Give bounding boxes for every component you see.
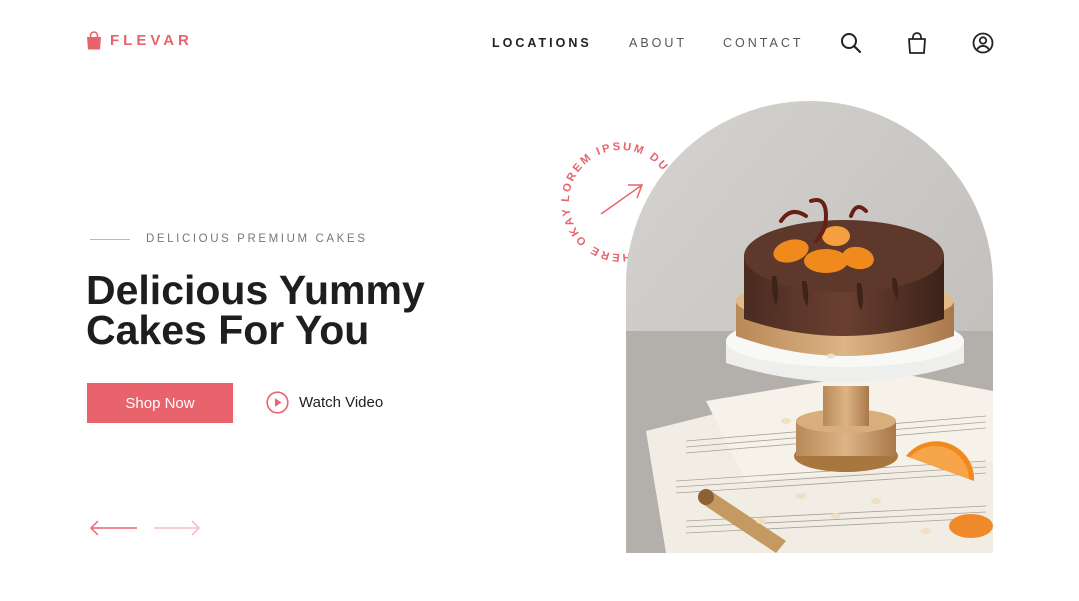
account-button[interactable] — [971, 31, 995, 55]
next-slide-button[interactable] — [152, 517, 202, 539]
search-icon — [841, 33, 862, 54]
watch-video-label: Watch Video — [299, 394, 384, 411]
watch-video-link[interactable]: Watch Video — [266, 391, 383, 414]
play-icon — [266, 391, 289, 414]
prev-slide-button[interactable] — [89, 517, 139, 539]
hero-cake-image — [626, 101, 993, 553]
eyebrow-divider — [90, 238, 130, 240]
eyebrow-text: DELICIOUS PREMIUM CAKES — [146, 233, 368, 245]
shop-now-button[interactable]: Shop Now — [87, 383, 233, 423]
hero-title: Delicious Yummy Cakes For You — [86, 267, 506, 353]
nav-locations[interactable]: LOCATIONS — [492, 36, 592, 50]
hero-title-line2: Cakes For You — [86, 307, 370, 353]
brand-name: FLEVAR — [110, 32, 193, 49]
shopping-bag-icon — [908, 32, 926, 54]
nav-about[interactable]: ABOUT — [629, 36, 687, 50]
brand-logo[interactable]: FLEVAR — [86, 31, 193, 50]
hero-title-line1: Delicious Yummy — [86, 267, 425, 313]
shopping-bag-logo-icon — [87, 31, 101, 50]
nav-contact[interactable]: CONTACT — [723, 36, 804, 50]
search-button[interactable] — [839, 31, 863, 55]
user-icon — [972, 32, 994, 54]
arrow-left-icon — [90, 520, 137, 536]
cart-button[interactable] — [905, 31, 929, 55]
hero-eyebrow: DELICIOUS PREMIUM CAKES — [90, 233, 367, 245]
arrow-right-icon — [154, 520, 200, 536]
